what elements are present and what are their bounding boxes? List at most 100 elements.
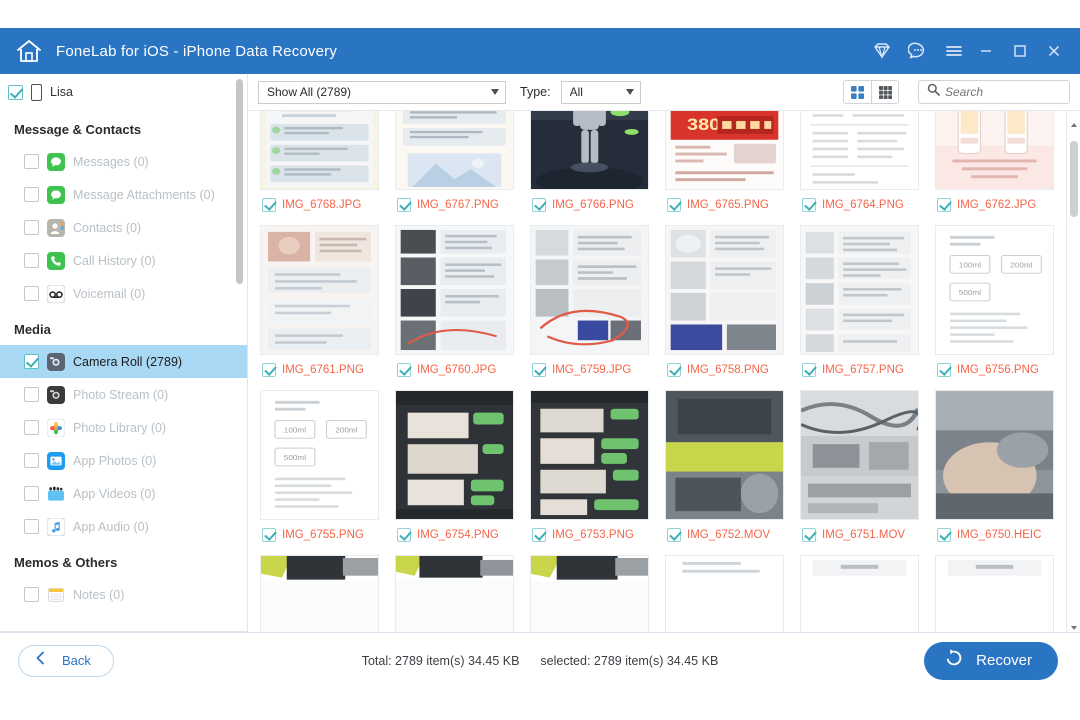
grid-item-checkbox[interactable] <box>532 528 546 542</box>
thumbnail-chat-annotated[interactable] <box>530 225 649 355</box>
menu-hamburger-icon[interactable] <box>944 41 964 61</box>
grid-item-checkbox[interactable] <box>667 528 681 542</box>
thumbnail-partial-green-black[interactable] <box>260 555 379 632</box>
thumbnail-dark-chat[interactable] <box>395 390 514 520</box>
grid-item-checkbox[interactable] <box>802 363 816 377</box>
thumbnail-chat-screenshot[interactable] <box>395 111 514 190</box>
search-box[interactable] <box>918 80 1070 104</box>
grid-item-checkbox[interactable] <box>397 363 411 377</box>
sidebar-item-app-photos[interactable]: App Photos (0) <box>0 444 247 477</box>
grid-item[interactable]: IMG_6767.PNG <box>389 111 520 221</box>
sidebar-scrollbar[interactable] <box>236 79 243 284</box>
grid-item-checkbox[interactable] <box>937 363 951 377</box>
scroll-down-arrow-icon[interactable] <box>1070 619 1078 630</box>
grid-item[interactable]: IMG_6766.PNG <box>524 111 655 221</box>
grid-item[interactable]: IMG_6761.PNG <box>254 221 385 386</box>
camera-roll-checkbox[interactable] <box>24 354 39 369</box>
grid-item[interactable] <box>794 551 925 632</box>
messages-checkbox[interactable] <box>24 154 39 169</box>
device-row[interactable]: Lisa <box>0 74 247 110</box>
sidebar-item-camera-roll[interactable]: Camera Roll (2789) <box>0 345 247 378</box>
grid-item-checkbox[interactable] <box>532 198 546 212</box>
sidebar-item-message-attachments[interactable]: Message Attachments (0) <box>0 178 247 211</box>
device-checkbox[interactable] <box>8 84 23 100</box>
grid-item[interactable]: IMG_6759.JPG <box>524 221 655 386</box>
grid-item-checkbox[interactable] <box>397 198 411 212</box>
grid-item[interactable]: 380 IMG_6765.PNG <box>659 111 790 221</box>
grid-item[interactable]: IMG_6760.JPG <box>389 221 520 386</box>
thumbnail-photo-collage[interactable] <box>260 225 379 355</box>
thumbnail-product-bottles[interactable] <box>935 111 1054 190</box>
grid-item[interactable]: IMG_6753.PNG <box>524 386 655 551</box>
grid-item[interactable]: IMG_6758.PNG <box>659 221 790 386</box>
voicemail-checkbox[interactable] <box>24 286 39 301</box>
close-button[interactable] <box>1046 43 1062 59</box>
thumbnail-form-document[interactable]: 100ml 200ml 500ml <box>935 225 1054 355</box>
grid-item[interactable] <box>524 551 655 632</box>
sidebar-item-photo-library[interactable]: Photo Library (0) <box>0 411 247 444</box>
type-dropdown[interactable]: All <box>560 80 641 104</box>
large-grid-view-button[interactable] <box>844 81 871 103</box>
thumbnail-form-document-2[interactable]: 100ml 200ml 500ml <box>260 390 379 520</box>
call-history-checkbox[interactable] <box>24 253 39 268</box>
sidebar-item-notes[interactable]: Notes (0) <box>0 578 247 611</box>
show-all-dropdown[interactable]: Show All (2789) <box>258 80 506 104</box>
sidebar-item-app-videos[interactable]: App Videos (0) <box>0 477 247 510</box>
thumbnail-chat-with-photos[interactable] <box>395 225 514 355</box>
grid-item[interactable] <box>929 551 1060 632</box>
thumbnail-shopping-ad[interactable]: 380 <box>665 111 784 190</box>
search-input[interactable] <box>945 85 1061 99</box>
thumbnail-partial-green-black[interactable] <box>530 555 649 632</box>
sidebar-item-call-history[interactable]: Call History (0) <box>0 244 247 277</box>
grid-item-checkbox[interactable] <box>262 528 276 542</box>
thumbnail-partial-doc[interactable] <box>800 555 919 632</box>
photo-library-checkbox[interactable] <box>24 420 39 435</box>
grid-item[interactable]: IMG_6754.PNG <box>389 386 520 551</box>
recover-button[interactable]: Recover <box>924 641 1058 680</box>
grid-item[interactable]: 100ml 200ml 500ml IMG_6756.PNG <box>929 221 1060 386</box>
grid-item[interactable]: 100ml 200ml 500ml IMG_6755.PNG <box>254 386 385 551</box>
grid-scrollbar[interactable] <box>1066 111 1080 632</box>
thumbnail-video-wires[interactable] <box>800 390 919 520</box>
feedback-chat-icon[interactable] <box>907 41 928 61</box>
premium-diamond-icon[interactable] <box>872 41 892 61</box>
thumbnail-chat-list[interactable] <box>800 225 919 355</box>
thumbnail-document-page[interactable] <box>800 111 919 190</box>
grid-item-checkbox[interactable] <box>667 363 681 377</box>
thumbnail-video-desk[interactable] <box>665 390 784 520</box>
grid-item[interactable] <box>389 551 520 632</box>
back-button[interactable]: Back <box>18 644 114 677</box>
grid-item-checkbox[interactable] <box>262 198 276 212</box>
grid-item-checkbox[interactable] <box>262 363 276 377</box>
thumbnail-dark-chat-2[interactable] <box>530 390 649 520</box>
sidebar-item-messages[interactable]: Messages (0) <box>0 145 247 178</box>
home-icon[interactable] <box>14 36 44 66</box>
grid-item-checkbox[interactable] <box>802 198 816 212</box>
grid-item[interactable]: IMG_6764.PNG <box>794 111 925 221</box>
grid-item[interactable] <box>254 551 385 632</box>
grid-item-checkbox[interactable] <box>937 198 951 212</box>
sidebar-item-photo-stream[interactable]: Photo Stream (0) <box>0 378 247 411</box>
grid-item-checkbox[interactable] <box>532 363 546 377</box>
grid-item[interactable]: IMG_6750.HEIC <box>929 386 1060 551</box>
grid-item[interactable]: 10:59 IMG_6768.JPG <box>254 111 385 221</box>
maximize-button[interactable] <box>1012 43 1028 59</box>
thumbnail-partial-doc[interactable] <box>935 555 1054 632</box>
thumbnail-game-character[interactable] <box>530 111 649 190</box>
grid-item-checkbox[interactable] <box>937 528 951 542</box>
app-videos-checkbox[interactable] <box>24 486 39 501</box>
grid-item-checkbox[interactable] <box>802 528 816 542</box>
thumbnail-partial-doc[interactable] <box>665 555 784 632</box>
app-audio-checkbox[interactable] <box>24 519 39 534</box>
thumbnail-anime-lockscreen[interactable]: 10:59 <box>260 111 379 190</box>
small-grid-view-button[interactable] <box>871 81 898 103</box>
grid-item-checkbox[interactable] <box>667 198 681 212</box>
grid-item[interactable]: IMG_6757.PNG <box>794 221 925 386</box>
sidebar-item-app-audio[interactable]: App Audio (0) <box>0 510 247 543</box>
grid-item[interactable]: IMG_6762.JPG <box>929 111 1060 221</box>
sidebar-item-contacts[interactable]: Contacts (0) <box>0 211 247 244</box>
thumbnail-photo-person[interactable] <box>935 390 1054 520</box>
grid-item-checkbox[interactable] <box>397 528 411 542</box>
message-attachments-checkbox[interactable] <box>24 187 39 202</box>
grid-item[interactable]: IMG_6751.MOV <box>794 386 925 551</box>
